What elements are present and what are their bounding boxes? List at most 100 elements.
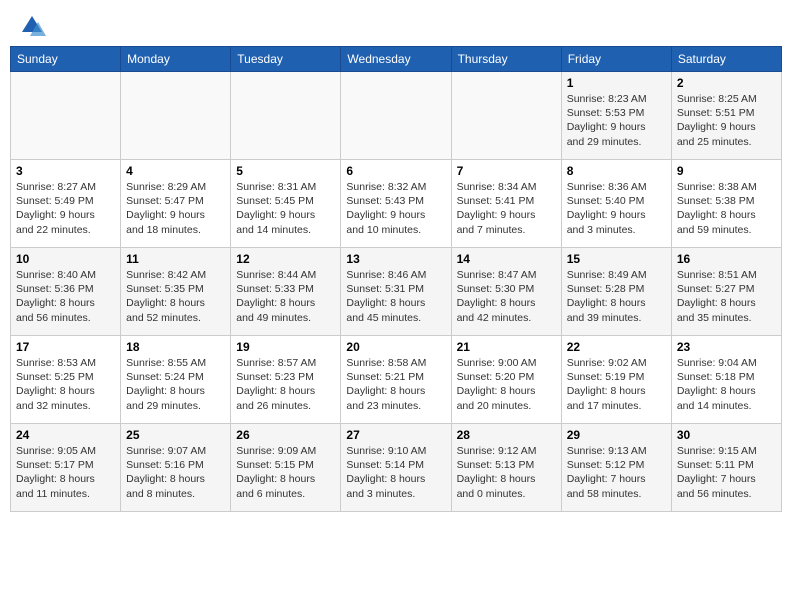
calendar-cell: 14Sunrise: 8:47 AM Sunset: 5:30 PM Dayli…: [451, 248, 561, 336]
day-number: 21: [457, 340, 556, 354]
day-info: Sunrise: 8:23 AM Sunset: 5:53 PM Dayligh…: [567, 92, 666, 149]
calendar-cell: 24 Sunrise: 9:05 AM Sunset: 5:17 PM Dayli…: [11, 424, 121, 512]
day-info: Sunrise: 8:29 AM Sunset: 5:47 PM Dayligh…: [126, 180, 225, 237]
day-info: Sunrise: 8:44 AM Sunset: 5:33 PM Dayligh…: [236, 268, 335, 325]
day-info: Sunrise: 9:12 AM Sunset: 5:13 PM Dayligh…: [457, 444, 556, 501]
calendar-cell: 13 Sunrise: 8:46 AM Sunset: 5:31 PM Dayli…: [341, 248, 451, 336]
calendar-cell: 21 Sunrise: 9:00 AM Sunset: 5:20 PM Dayli…: [451, 336, 561, 424]
day-number: 18: [126, 340, 225, 354]
calendar-cell: 26 Sunrise: 9:09 AM Sunset: 5:15 PM Dayli…: [231, 424, 341, 512]
day-number: 3: [16, 164, 115, 178]
day-number: 23: [677, 340, 776, 354]
calendar-cell: 25 Sunrise: 9:07 AM Sunset: 5:16 PM Dayli…: [121, 424, 231, 512]
calendar-cell: 27 Sunrise: 9:10 AM Sunset: 5:14 PM Dayli…: [341, 424, 451, 512]
header: [0, 0, 792, 46]
calendar-cell: 30 Sunrise: 9:15 AM Sunset: 5:11 PM Dayli…: [671, 424, 781, 512]
day-info: Sunrise: 8:42 AM Sunset: 5:35 PM Dayligh…: [126, 268, 225, 325]
day-info: Sunrise: 9:02 AM Sunset: 5:19 PM Dayligh…: [567, 356, 666, 413]
calendar-week-row: 17Sunrise: 8:53 AM Sunset: 5:25 PM Dayli…: [11, 336, 782, 424]
calendar-cell: 4 Sunrise: 8:29 AM Sunset: 5:47 PM Daylig…: [121, 160, 231, 248]
calendar-cell: 11 Sunrise: 8:42 AM Sunset: 5:35 PM Dayli…: [121, 248, 231, 336]
day-number: 27: [346, 428, 445, 442]
day-number: 20: [346, 340, 445, 354]
calendar-cell: 15 Sunrise: 8:49 AM Sunset: 5:28 PM Dayli…: [561, 248, 671, 336]
calendar-cell: [121, 72, 231, 160]
calendar-week-row: 10Sunrise: 8:40 AM Sunset: 5:36 PM Dayli…: [11, 248, 782, 336]
day-info: Sunrise: 8:58 AM Sunset: 5:21 PM Dayligh…: [346, 356, 445, 413]
day-number: 26: [236, 428, 335, 442]
calendar-container: SundayMondayTuesdayWednesdayThursdayFrid…: [0, 46, 792, 522]
calendar-cell: 3 Sunrise: 8:27 AM Sunset: 5:49 PM Daylig…: [11, 160, 121, 248]
calendar-cell: 29 Sunrise: 9:13 AM Sunset: 5:12 PM Dayli…: [561, 424, 671, 512]
day-number: 17: [16, 340, 115, 354]
calendar-cell: 2 Sunrise: 8:25 AM Sunset: 5:51 PM Daylig…: [671, 72, 781, 160]
calendar-cell: 23 Sunrise: 9:04 AM Sunset: 5:18 PM Dayli…: [671, 336, 781, 424]
calendar-table: SundayMondayTuesdayWednesdayThursdayFrid…: [10, 46, 782, 512]
day-number: 2: [677, 76, 776, 90]
logo: [18, 12, 50, 40]
calendar-cell: [451, 72, 561, 160]
calendar-week-row: 24 Sunrise: 9:05 AM Sunset: 5:17 PM Dayli…: [11, 424, 782, 512]
logo-icon: [18, 12, 46, 40]
day-info: Sunrise: 8:31 AM Sunset: 5:45 PM Dayligh…: [236, 180, 335, 237]
day-number: 29: [567, 428, 666, 442]
day-info: Sunrise: 9:13 AM Sunset: 5:12 PM Dayligh…: [567, 444, 666, 501]
calendar-week-row: 3 Sunrise: 8:27 AM Sunset: 5:49 PM Daylig…: [11, 160, 782, 248]
calendar-cell: [231, 72, 341, 160]
calendar-cell: 17Sunrise: 8:53 AM Sunset: 5:25 PM Dayli…: [11, 336, 121, 424]
calendar-cell: 10Sunrise: 8:40 AM Sunset: 5:36 PM Dayli…: [11, 248, 121, 336]
day-number: 25: [126, 428, 225, 442]
calendar-cell: 19Sunrise: 8:57 AM Sunset: 5:23 PM Dayli…: [231, 336, 341, 424]
calendar-cell: 7 Sunrise: 8:34 AM Sunset: 5:41 PM Daylig…: [451, 160, 561, 248]
day-of-week-header: Tuesday: [231, 47, 341, 72]
day-number: 4: [126, 164, 225, 178]
day-number: 28: [457, 428, 556, 442]
day-info: Sunrise: 9:10 AM Sunset: 5:14 PM Dayligh…: [346, 444, 445, 501]
day-number: 10: [16, 252, 115, 266]
day-number: 30: [677, 428, 776, 442]
day-info: Sunrise: 8:47 AM Sunset: 5:30 PM Dayligh…: [457, 268, 556, 325]
calendar-cell: 28 Sunrise: 9:12 AM Sunset: 5:13 PM Dayli…: [451, 424, 561, 512]
day-info: Sunrise: 8:27 AM Sunset: 5:49 PM Dayligh…: [16, 180, 115, 237]
day-number: 6: [346, 164, 445, 178]
day-info: Sunrise: 9:05 AM Sunset: 5:17 PM Dayligh…: [16, 444, 115, 501]
day-number: 12: [236, 252, 335, 266]
day-info: Sunrise: 8:34 AM Sunset: 5:41 PM Dayligh…: [457, 180, 556, 237]
day-info: Sunrise: 8:46 AM Sunset: 5:31 PM Dayligh…: [346, 268, 445, 325]
day-number: 7: [457, 164, 556, 178]
calendar-cell: 18 Sunrise: 8:55 AM Sunset: 5:24 PM Dayli…: [121, 336, 231, 424]
day-number: 15: [567, 252, 666, 266]
day-info: Sunrise: 8:32 AM Sunset: 5:43 PM Dayligh…: [346, 180, 445, 237]
day-of-week-header: Saturday: [671, 47, 781, 72]
day-info: Sunrise: 9:07 AM Sunset: 5:16 PM Dayligh…: [126, 444, 225, 501]
day-number: 8: [567, 164, 666, 178]
calendar-week-row: 1 Sunrise: 8:23 AM Sunset: 5:53 PM Daylig…: [11, 72, 782, 160]
day-of-week-header: Wednesday: [341, 47, 451, 72]
day-number: 11: [126, 252, 225, 266]
calendar-cell: 12 Sunrise: 8:44 AM Sunset: 5:33 PM Dayli…: [231, 248, 341, 336]
day-of-week-header: Monday: [121, 47, 231, 72]
calendar-cell: 20 Sunrise: 8:58 AM Sunset: 5:21 PM Dayli…: [341, 336, 451, 424]
day-info: Sunrise: 9:04 AM Sunset: 5:18 PM Dayligh…: [677, 356, 776, 413]
day-info: Sunrise: 9:00 AM Sunset: 5:20 PM Dayligh…: [457, 356, 556, 413]
day-number: 1: [567, 76, 666, 90]
day-info: Sunrise: 8:25 AM Sunset: 5:51 PM Dayligh…: [677, 92, 776, 149]
day-info: Sunrise: 8:38 AM Sunset: 5:38 PM Dayligh…: [677, 180, 776, 237]
day-number: 5: [236, 164, 335, 178]
day-info: Sunrise: 8:55 AM Sunset: 5:24 PM Dayligh…: [126, 356, 225, 413]
calendar-cell: 5 Sunrise: 8:31 AM Sunset: 5:45 PM Daylig…: [231, 160, 341, 248]
day-of-week-header: Sunday: [11, 47, 121, 72]
calendar-cell: 1 Sunrise: 8:23 AM Sunset: 5:53 PM Daylig…: [561, 72, 671, 160]
day-info: Sunrise: 8:49 AM Sunset: 5:28 PM Dayligh…: [567, 268, 666, 325]
day-number: 13: [346, 252, 445, 266]
day-number: 16: [677, 252, 776, 266]
day-of-week-header: Thursday: [451, 47, 561, 72]
day-info: Sunrise: 9:09 AM Sunset: 5:15 PM Dayligh…: [236, 444, 335, 501]
calendar-cell: 22Sunrise: 9:02 AM Sunset: 5:19 PM Dayli…: [561, 336, 671, 424]
calendar-cell: [341, 72, 451, 160]
day-number: 24: [16, 428, 115, 442]
calendar-cell: 6 Sunrise: 8:32 AM Sunset: 5:43 PM Daylig…: [341, 160, 451, 248]
day-info: Sunrise: 9:15 AM Sunset: 5:11 PM Dayligh…: [677, 444, 776, 501]
day-of-week-header: Friday: [561, 47, 671, 72]
day-info: Sunrise: 8:57 AM Sunset: 5:23 PM Dayligh…: [236, 356, 335, 413]
